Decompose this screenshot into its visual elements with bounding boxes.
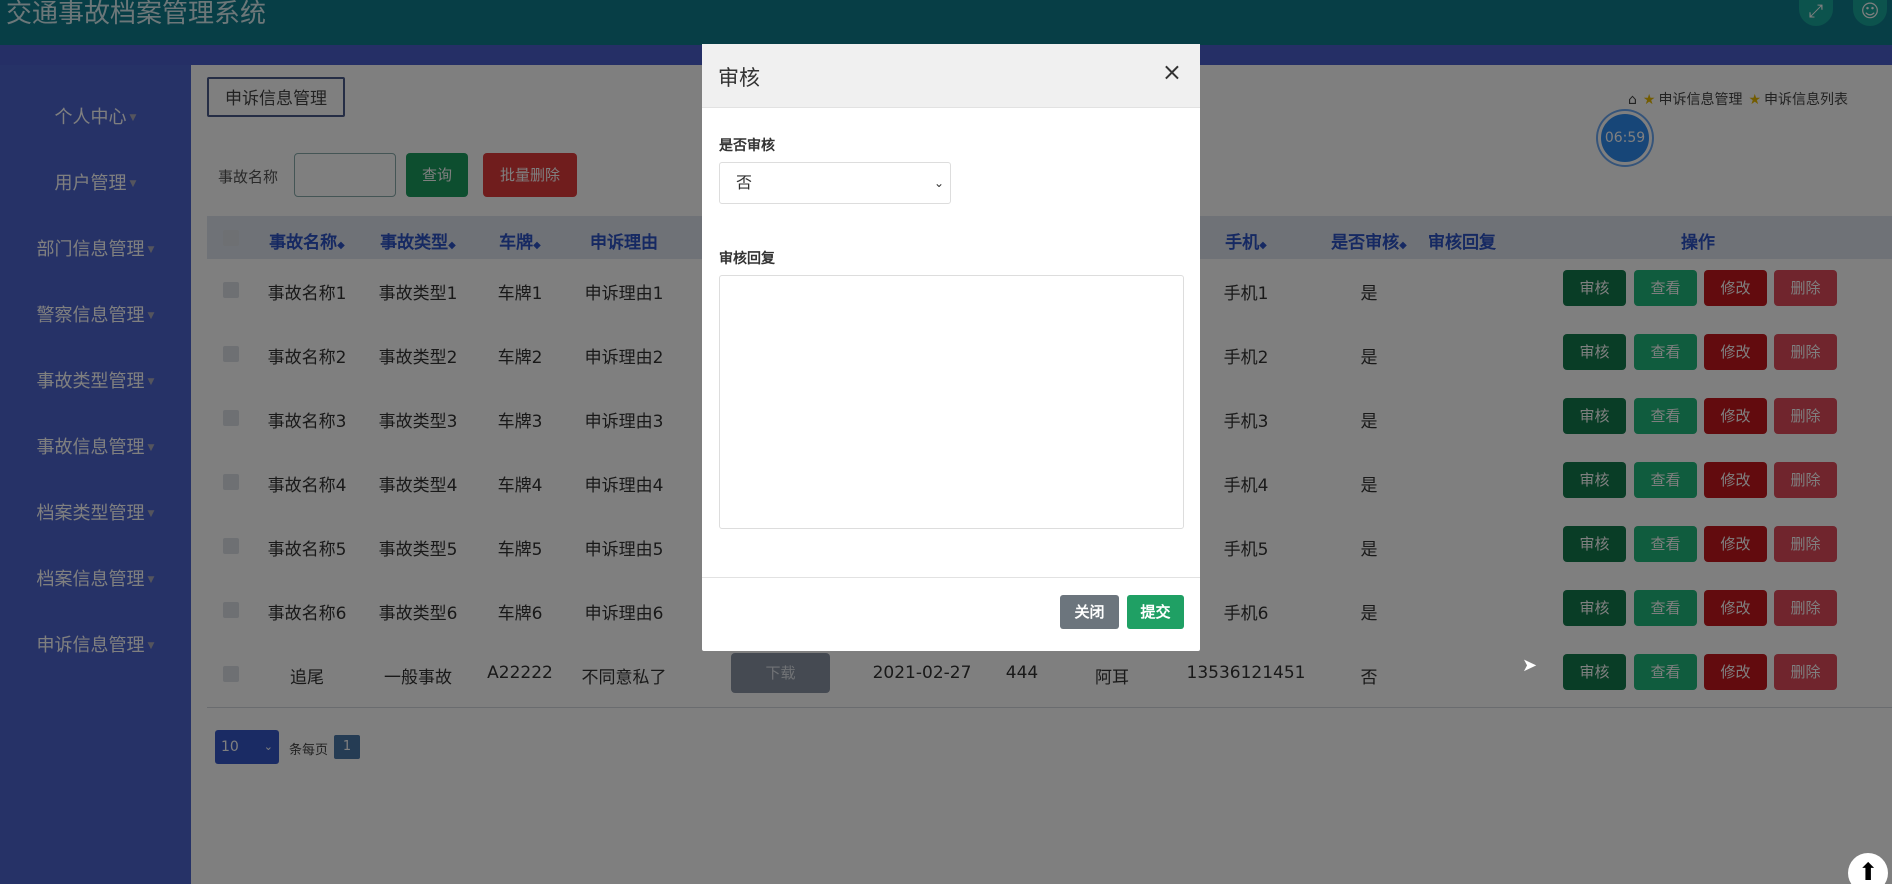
dialog-footer-divider [702,577,1200,578]
close-button[interactable]: 关闭 [1060,595,1119,629]
mouse-cursor-icon: ➤ [1522,655,1538,676]
submit-button[interactable]: 提交 [1127,595,1184,629]
audit-reply-label: 审核回复 [719,251,775,267]
audit-dialog: 审核 × 是否审核 否 ⌄ 审核回复 关闭 提交 [702,44,1200,651]
dialog-header: 审核 × [702,44,1200,108]
audit-status-label: 是否审核 [719,138,775,154]
chevron-down-icon: ⌄ [933,176,944,190]
scroll-top-icon[interactable]: ⬆ [1848,853,1888,893]
close-icon[interactable]: × [1162,58,1182,86]
audit-status-select[interactable]: 否 ⌄ [719,162,951,204]
dialog-title: 审核 [718,66,760,90]
audit-reply-textarea[interactable] [719,275,1184,529]
